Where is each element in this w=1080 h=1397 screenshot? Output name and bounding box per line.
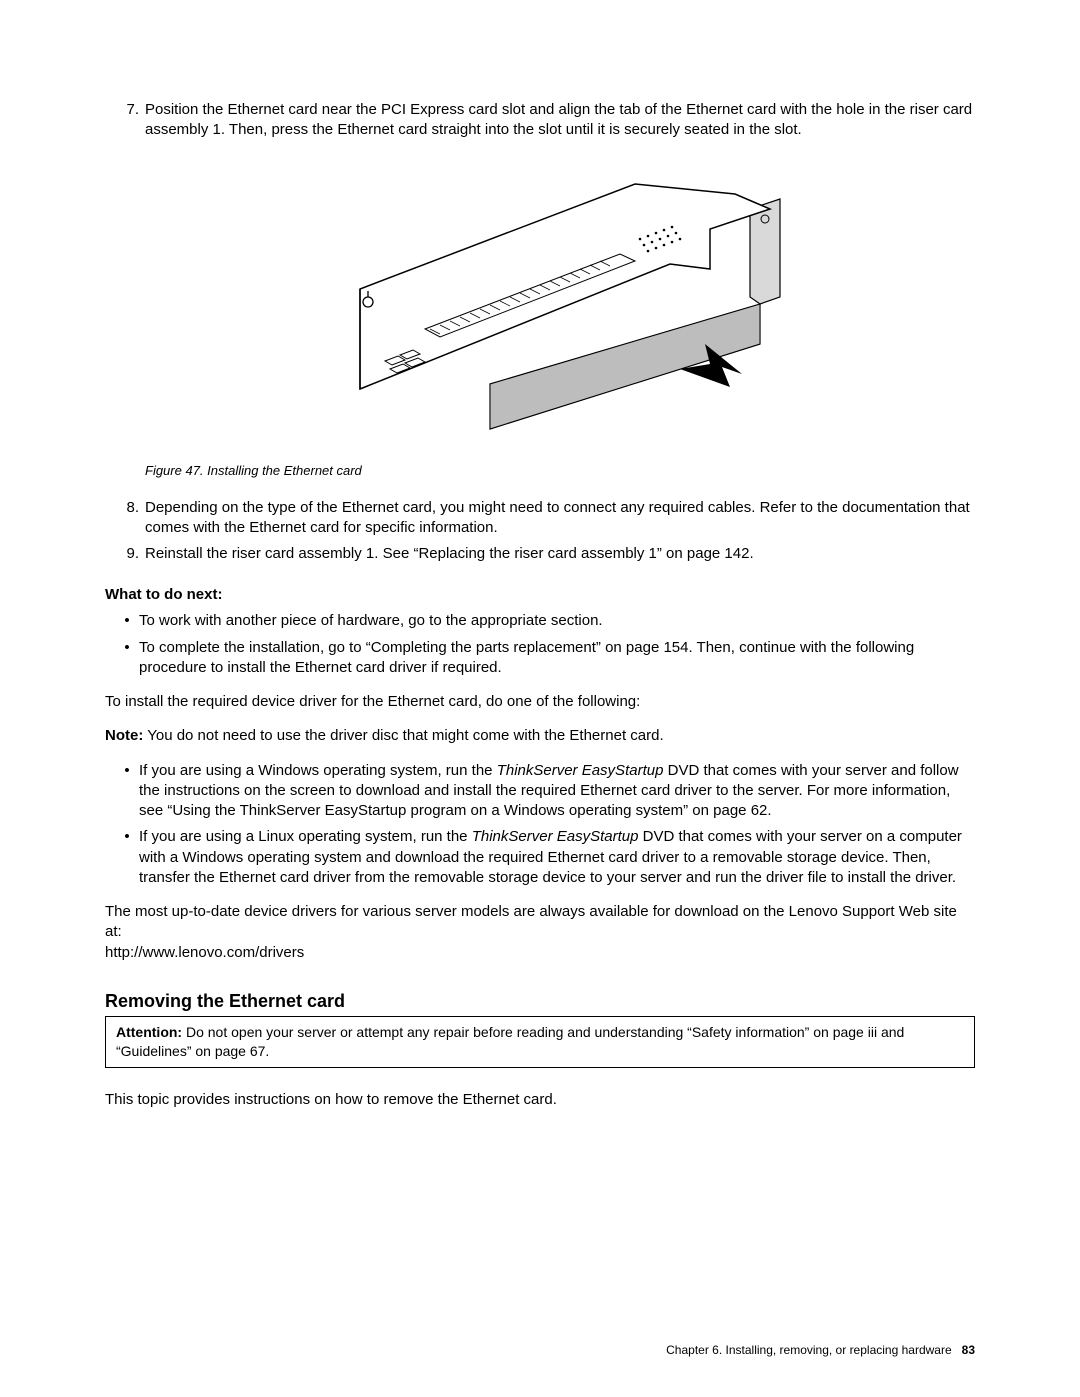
footer-page-number: 83 <box>962 1343 975 1357</box>
bullet-linux-driver: • If you are using a Linux operating sys… <box>105 827 975 888</box>
note-label: Note: <box>105 727 143 744</box>
note-paragraph: Note: You do not need to use the driver … <box>105 726 975 746</box>
drivers-site-paragraph: The most up-to-date device drivers for v… <box>105 902 975 963</box>
page: 7. Position the Ethernet card near the P… <box>0 0 1080 1397</box>
drivers-site-url: http://www.lenovo.com/drivers <box>105 944 304 961</box>
figure-47 <box>105 169 975 453</box>
bullet-work-other-hardware: • To work with another piece of hardware… <box>105 611 975 631</box>
bullet-text: To work with another piece of hardware, … <box>139 611 975 631</box>
step-number: 9. <box>115 544 145 564</box>
step-text: Position the Ethernet card near the PCI … <box>145 100 975 141</box>
bullet-complete-installation: • To complete the installation, go to “C… <box>105 638 975 679</box>
attention-text: Do not open your server or attempt any r… <box>116 1024 904 1059</box>
bullet-windows-driver: • If you are using a Windows operating s… <box>105 761 975 822</box>
heading-removing-ethernet-card: Removing the Ethernet card <box>105 991 975 1012</box>
step-text: Reinstall the riser card assembly 1. See… <box>145 544 975 564</box>
step-text: Depending on the type of the Ethernet ca… <box>145 498 975 539</box>
topic-intro: This topic provides instructions on how … <box>105 1090 975 1110</box>
bullet-icon: • <box>115 761 139 822</box>
bullet-text: If you are using a Windows operating sys… <box>139 761 975 822</box>
step-7: 7. Position the Ethernet card near the P… <box>105 100 975 141</box>
product-name: ThinkServer EasyStartup <box>472 828 639 845</box>
bullet-icon: • <box>115 638 139 679</box>
attention-box: Attention: Do not open your server or at… <box>105 1016 975 1068</box>
what-to-do-next-label: What to do next: <box>105 586 975 603</box>
attention-label: Attention: <box>116 1024 182 1040</box>
product-name: ThinkServer EasyStartup <box>497 762 664 779</box>
driver-intro: To install the required device driver fo… <box>105 692 975 712</box>
bullet-text: If you are using a Linux operating syste… <box>139 827 975 888</box>
step-number: 8. <box>115 498 145 539</box>
bullet-icon: • <box>115 611 139 631</box>
bullet-text: To complete the installation, go to “Com… <box>139 638 975 679</box>
step-9: 9. Reinstall the riser card assembly 1. … <box>105 544 975 564</box>
page-footer: Chapter 6. Installing, removing, or repl… <box>666 1343 975 1357</box>
note-text: You do not need to use the driver disc t… <box>143 727 663 744</box>
figure-caption: Figure 47. Installing the Ethernet card <box>145 463 975 478</box>
bullet-icon: • <box>115 827 139 888</box>
ethernet-card-illustration <box>290 169 790 449</box>
step-8: 8. Depending on the type of the Ethernet… <box>105 498 975 539</box>
footer-chapter: Chapter 6. Installing, removing, or repl… <box>666 1343 951 1357</box>
drivers-site-text: The most up-to-date device drivers for v… <box>105 903 957 940</box>
step-number: 7. <box>115 100 145 141</box>
